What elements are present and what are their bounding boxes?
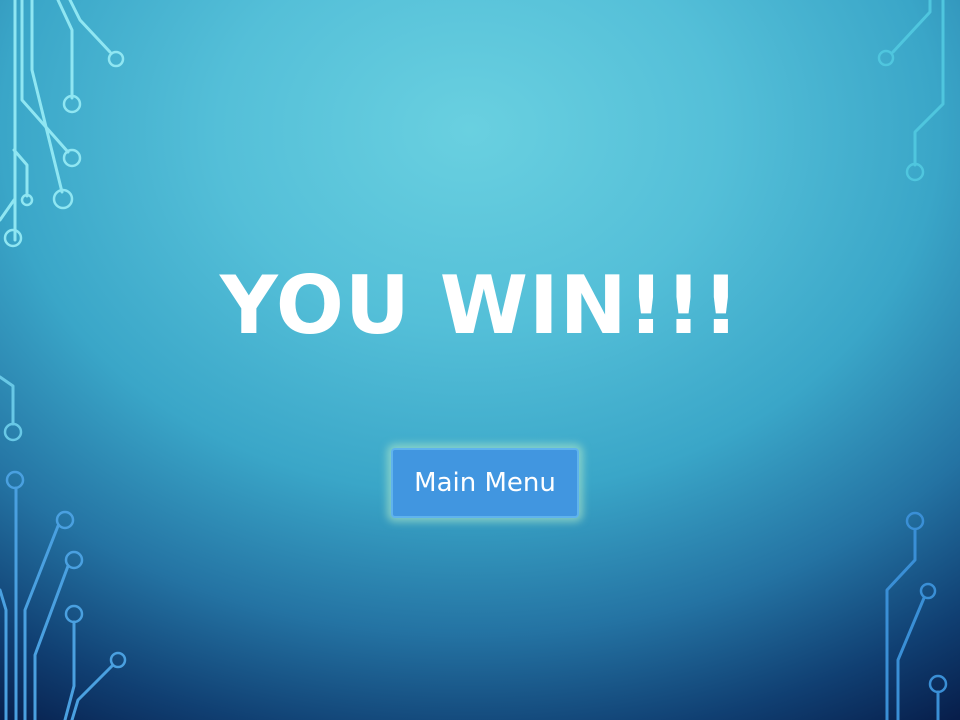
circuit-bottom-right <box>885 511 948 720</box>
win-title: YOU WIN!!! <box>219 259 741 352</box>
circuit-board-icon <box>0 0 948 720</box>
circuit-top-right <box>877 0 945 182</box>
circuit-left-middle <box>0 375 23 442</box>
circuit-bottom-left <box>0 470 127 720</box>
circuit-top-left <box>0 0 125 248</box>
main-menu-button[interactable]: Main Menu <box>391 448 579 518</box>
